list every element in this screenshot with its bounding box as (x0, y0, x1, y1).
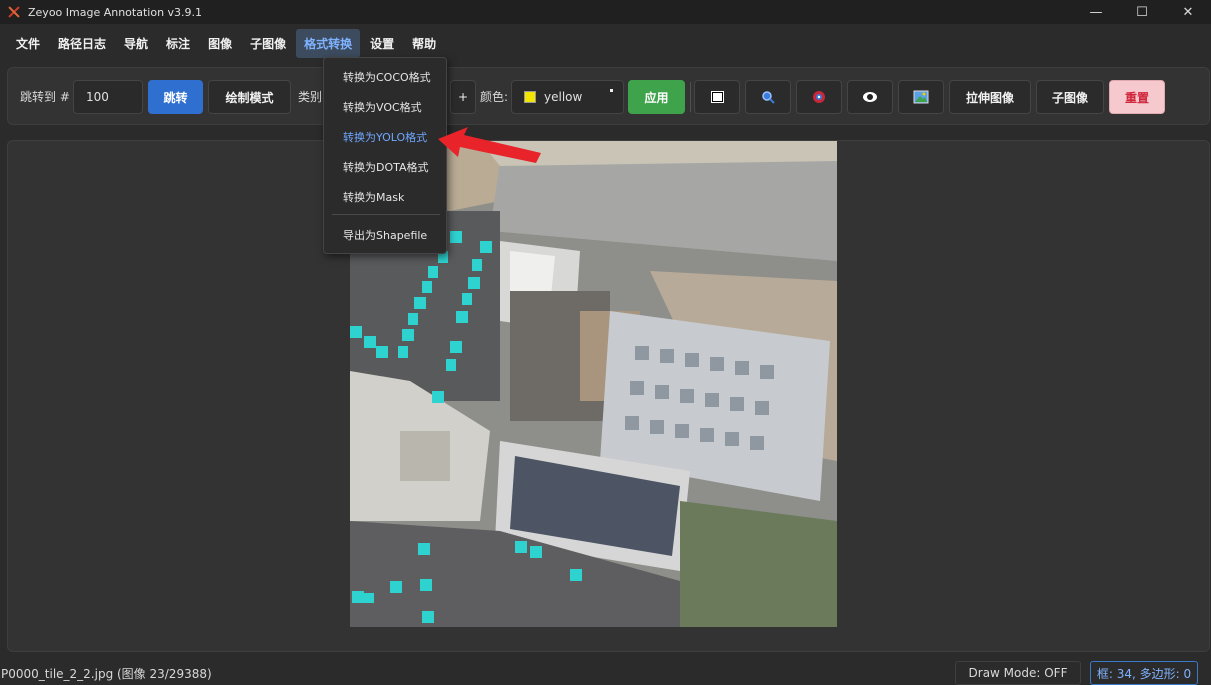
status-bar: P0000_tile_2_2.jpg (图像 23/29388) Draw Mo… (0, 656, 1211, 685)
stretch-image-button[interactable]: 拉伸图像 (949, 80, 1031, 114)
menu-file[interactable]: 文件 (8, 29, 48, 58)
convert-voc-item[interactable]: 转换为VOC格式 (324, 95, 446, 119)
target-icon (813, 91, 825, 103)
color-select[interactable]: yellow (511, 80, 624, 114)
menu-bar: 文件 路径日志 导航 标注 图像 子图像 格式转换 设置 帮助 (0, 28, 1211, 58)
add-category-button[interactable]: + (450, 80, 476, 114)
export-shapefile-item[interactable]: 导出为Shapefile (324, 223, 446, 247)
window-controls: — ☐ ✕ (1073, 0, 1211, 24)
jump-label: 跳转到 # (20, 90, 70, 104)
picture-icon (913, 90, 929, 104)
apply-button[interactable]: 应用 (628, 80, 685, 114)
convert-mask-item[interactable]: 转换为Mask (324, 185, 446, 209)
jump-input[interactable]: 100 (73, 80, 143, 114)
menu-path-log[interactable]: 路径日志 (50, 29, 114, 58)
toolbar: 跳转到 # 100 跳转 绘制模式 类别 + 颜色: yellow 应用 拉伸图… (7, 67, 1210, 125)
menu-annotate[interactable]: 标注 (158, 29, 198, 58)
convert-dota-item[interactable]: 转换为DOTA格式 (324, 155, 446, 179)
menu-format-convert[interactable]: 格式转换 (296, 28, 361, 58)
jump-button[interactable]: 跳转 (148, 80, 203, 114)
format-convert-dropdown: 转换为COCO格式 转换为VOC格式 转换为YOLO格式 转换为DOTA格式 转… (323, 57, 447, 254)
menu-navigate[interactable]: 导航 (116, 29, 156, 58)
color-swatch (524, 91, 536, 103)
convert-yolo-item[interactable]: 转换为YOLO格式 (324, 125, 446, 149)
minimize-button[interactable]: — (1073, 0, 1119, 24)
title-bar: Zeyoo Image Annotation v3.9.1 — ☐ ✕ (0, 0, 1211, 24)
target-button[interactable] (796, 80, 842, 114)
status-file-info: P0000_tile_2_2.jpg (图像 23/29388) (1, 667, 212, 681)
color-label: 颜色: (480, 90, 509, 104)
draw-mode-button[interactable]: 绘制模式 (208, 80, 291, 114)
rectangle-icon (710, 91, 724, 103)
app-logo-icon (8, 6, 20, 18)
close-button[interactable]: ✕ (1165, 0, 1211, 24)
category-label: 类别 (298, 90, 323, 104)
annotation-count-status: 框: 34, 多边形: 0 (1090, 661, 1198, 685)
image-view-button[interactable] (898, 80, 944, 114)
red-arrow-icon (438, 127, 541, 163)
dropdown-indicator-icon (610, 89, 613, 92)
draw-mode-status: Draw Mode: OFF (955, 661, 1081, 685)
menu-image[interactable]: 图像 (200, 29, 240, 58)
window-title: Zeyoo Image Annotation v3.9.1 (28, 5, 203, 19)
zoom-button[interactable] (745, 80, 791, 114)
toolbar-divider (690, 82, 691, 112)
convert-coco-item[interactable]: 转换为COCO格式 (324, 65, 446, 89)
color-select-value: yellow (544, 90, 583, 104)
reset-button[interactable]: 重置 (1109, 80, 1165, 114)
eye-icon (863, 92, 877, 102)
visibility-button[interactable] (847, 80, 893, 114)
magnifier-icon (762, 91, 775, 104)
menu-subimage[interactable]: 子图像 (242, 29, 294, 58)
maximize-button[interactable]: ☐ (1119, 0, 1165, 24)
rectangle-tool-button[interactable] (694, 80, 740, 114)
menu-help[interactable]: 帮助 (404, 29, 444, 58)
menu-settings[interactable]: 设置 (362, 29, 402, 58)
dropdown-divider (332, 214, 440, 215)
subimage-button[interactable]: 子图像 (1036, 80, 1104, 114)
